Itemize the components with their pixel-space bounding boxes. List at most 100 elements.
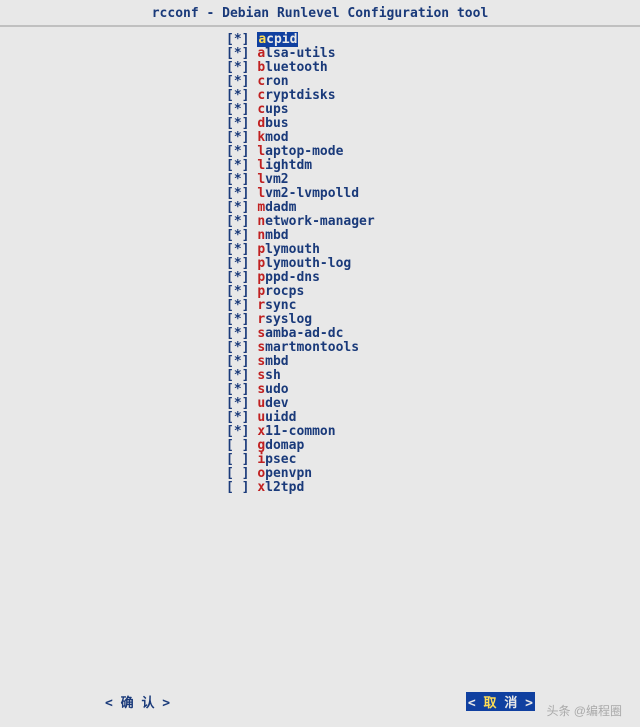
service-item-udev[interactable]: [*] udev xyxy=(226,397,640,411)
checkbox-icon[interactable]: [ ] xyxy=(226,452,257,467)
service-item-cryptdisks[interactable]: [*] cryptdisks xyxy=(226,89,640,103)
checkbox-icon[interactable]: [*] xyxy=(226,368,257,383)
service-item-pppd-dns[interactable]: [*] pppd-dns xyxy=(226,271,640,285)
service-hotkey: a xyxy=(257,46,265,61)
service-item-gdomap[interactable]: [ ] gdomap xyxy=(226,439,640,453)
service-label: bus xyxy=(265,116,288,131)
checkbox-icon[interactable]: [*] xyxy=(226,410,257,425)
service-label: aptop-mode xyxy=(265,144,343,159)
service-item-ipsec[interactable]: [ ] ipsec xyxy=(226,453,640,467)
checkbox-icon[interactable]: [*] xyxy=(226,396,257,411)
service-label: lymouth xyxy=(265,242,320,257)
service-item-acpid[interactable]: [*] acpid xyxy=(226,33,640,47)
service-label: rocps xyxy=(265,284,304,299)
service-item-sudo[interactable]: [*] sudo xyxy=(226,383,640,397)
checkbox-icon[interactable]: [*] xyxy=(226,46,257,61)
service-item-network-manager[interactable]: [*] network-manager xyxy=(226,215,640,229)
service-hotkey: u xyxy=(257,410,265,425)
service-hotkey: o xyxy=(257,466,265,481)
checkbox-icon[interactable]: [ ] xyxy=(226,438,257,453)
checkbox-icon[interactable]: [*] xyxy=(226,312,257,327)
service-item-lightdm[interactable]: [*] lightdm xyxy=(226,159,640,173)
service-item-laptop-mode[interactable]: [*] laptop-mode xyxy=(226,145,640,159)
service-item-nmbd[interactable]: [*] nmbd xyxy=(226,229,640,243)
checkbox-icon[interactable]: [*] xyxy=(226,298,257,313)
service-item-cron[interactable]: [*] cron xyxy=(226,75,640,89)
checkbox-icon[interactable]: [*] xyxy=(226,354,257,369)
service-item-uuidd[interactable]: [*] uuidd xyxy=(226,411,640,425)
service-hotkey: g xyxy=(257,438,265,453)
service-item-kmod[interactable]: [*] kmod xyxy=(226,131,640,145)
checkbox-icon[interactable]: [*] xyxy=(226,214,257,229)
service-label: amba-ad-dc xyxy=(265,326,343,341)
service-item-samba-ad-dc[interactable]: [*] samba-ad-dc xyxy=(226,327,640,341)
service-label: dadm xyxy=(265,200,296,215)
service-item-plymouth-log[interactable]: [*] plymouth-log xyxy=(226,257,640,271)
checkbox-icon[interactable]: [*] xyxy=(226,74,257,89)
service-label: mbd xyxy=(265,354,288,369)
checkbox-icon[interactable]: [*] xyxy=(226,158,257,173)
service-item-lvm2[interactable]: [*] lvm2 xyxy=(226,173,640,187)
service-item-plymouth[interactable]: [*] plymouth xyxy=(226,243,640,257)
service-label: sh xyxy=(265,368,281,383)
ok-button[interactable]: < 确 认 > xyxy=(105,692,170,711)
service-label: dev xyxy=(265,396,288,411)
service-item-procps[interactable]: [*] procps xyxy=(226,285,640,299)
checkbox-icon[interactable]: [*] xyxy=(226,200,257,215)
checkbox-icon[interactable]: [*] xyxy=(226,284,257,299)
service-hotkey: s xyxy=(257,326,265,341)
checkbox-icon[interactable]: [*] xyxy=(226,424,257,439)
checkbox-icon[interactable]: [*] xyxy=(226,242,257,257)
service-label: lymouth-log xyxy=(265,256,351,271)
service-label: vm2-lvmpolld xyxy=(265,186,359,201)
service-item-alsa-utils[interactable]: [*] alsa-utils xyxy=(226,47,640,61)
service-item-smbd[interactable]: [*] smbd xyxy=(226,355,640,369)
checkbox-icon[interactable]: [*] xyxy=(226,88,257,103)
service-hotkey: u xyxy=(257,396,265,411)
service-item-bluetooth[interactable]: [*] bluetooth xyxy=(226,61,640,75)
service-hotkey: p xyxy=(257,270,265,285)
checkbox-icon[interactable]: [*] xyxy=(226,186,257,201)
cancel-button[interactable]: < 取 消 > xyxy=(466,692,535,711)
service-hotkey: l xyxy=(257,144,265,159)
service-label: mbd xyxy=(265,228,288,243)
service-hotkey: r xyxy=(257,312,265,327)
service-item-x11-common[interactable]: [*] x11-common xyxy=(226,425,640,439)
checkbox-icon[interactable]: [*] xyxy=(226,144,257,159)
checkbox-icon[interactable]: [*] xyxy=(226,102,257,117)
service-list[interactable]: [*] acpid[*] alsa-utils[*] bluetooth[*] … xyxy=(0,27,640,495)
service-label: ightdm xyxy=(265,158,312,173)
service-hotkey: p xyxy=(257,242,265,257)
service-item-dbus[interactable]: [*] dbus xyxy=(226,117,640,131)
checkbox-icon[interactable]: [*] xyxy=(226,270,257,285)
checkbox-icon[interactable]: [*] xyxy=(226,116,257,131)
service-item-openvpn[interactable]: [ ] openvpn xyxy=(226,467,640,481)
service-item-xl2tpd[interactable]: [ ] xl2tpd xyxy=(226,481,640,495)
checkbox-icon[interactable]: [*] xyxy=(226,382,257,397)
checkbox-icon[interactable]: [*] xyxy=(226,130,257,145)
service-item-ssh[interactable]: [*] ssh xyxy=(226,369,640,383)
service-item-rsyslog[interactable]: [*] rsyslog xyxy=(226,313,640,327)
service-label: udo xyxy=(265,382,288,397)
service-item-mdadm[interactable]: [*] mdadm xyxy=(226,201,640,215)
service-item-rsync[interactable]: [*] rsync xyxy=(226,299,640,313)
service-item-smartmontools[interactable]: [*] smartmontools xyxy=(226,341,640,355)
checkbox-icon[interactable]: [*] xyxy=(226,60,257,75)
service-hotkey: s xyxy=(257,340,265,355)
service-hotkey: m xyxy=(257,200,265,215)
service-hotkey: b xyxy=(257,60,265,75)
service-hotkey: c xyxy=(257,88,265,103)
checkbox-icon[interactable]: [*] xyxy=(226,326,257,341)
service-item-cups[interactable]: [*] cups xyxy=(226,103,640,117)
service-label: lsa-utils xyxy=(265,46,335,61)
service-hotkey: c xyxy=(257,102,265,117)
service-item-lvm2-lvmpolld[interactable]: [*] lvm2-lvmpolld xyxy=(226,187,640,201)
checkbox-icon[interactable]: [*] xyxy=(226,228,257,243)
checkbox-icon[interactable]: [*] xyxy=(226,340,257,355)
checkbox-icon[interactable]: [ ] xyxy=(226,466,257,481)
checkbox-icon[interactable]: [*] xyxy=(226,172,257,187)
checkbox-icon[interactable]: [*] xyxy=(226,256,257,271)
service-hotkey: n xyxy=(257,228,265,243)
checkbox-icon[interactable]: [*] xyxy=(226,32,257,47)
checkbox-icon[interactable]: [ ] xyxy=(226,480,257,495)
